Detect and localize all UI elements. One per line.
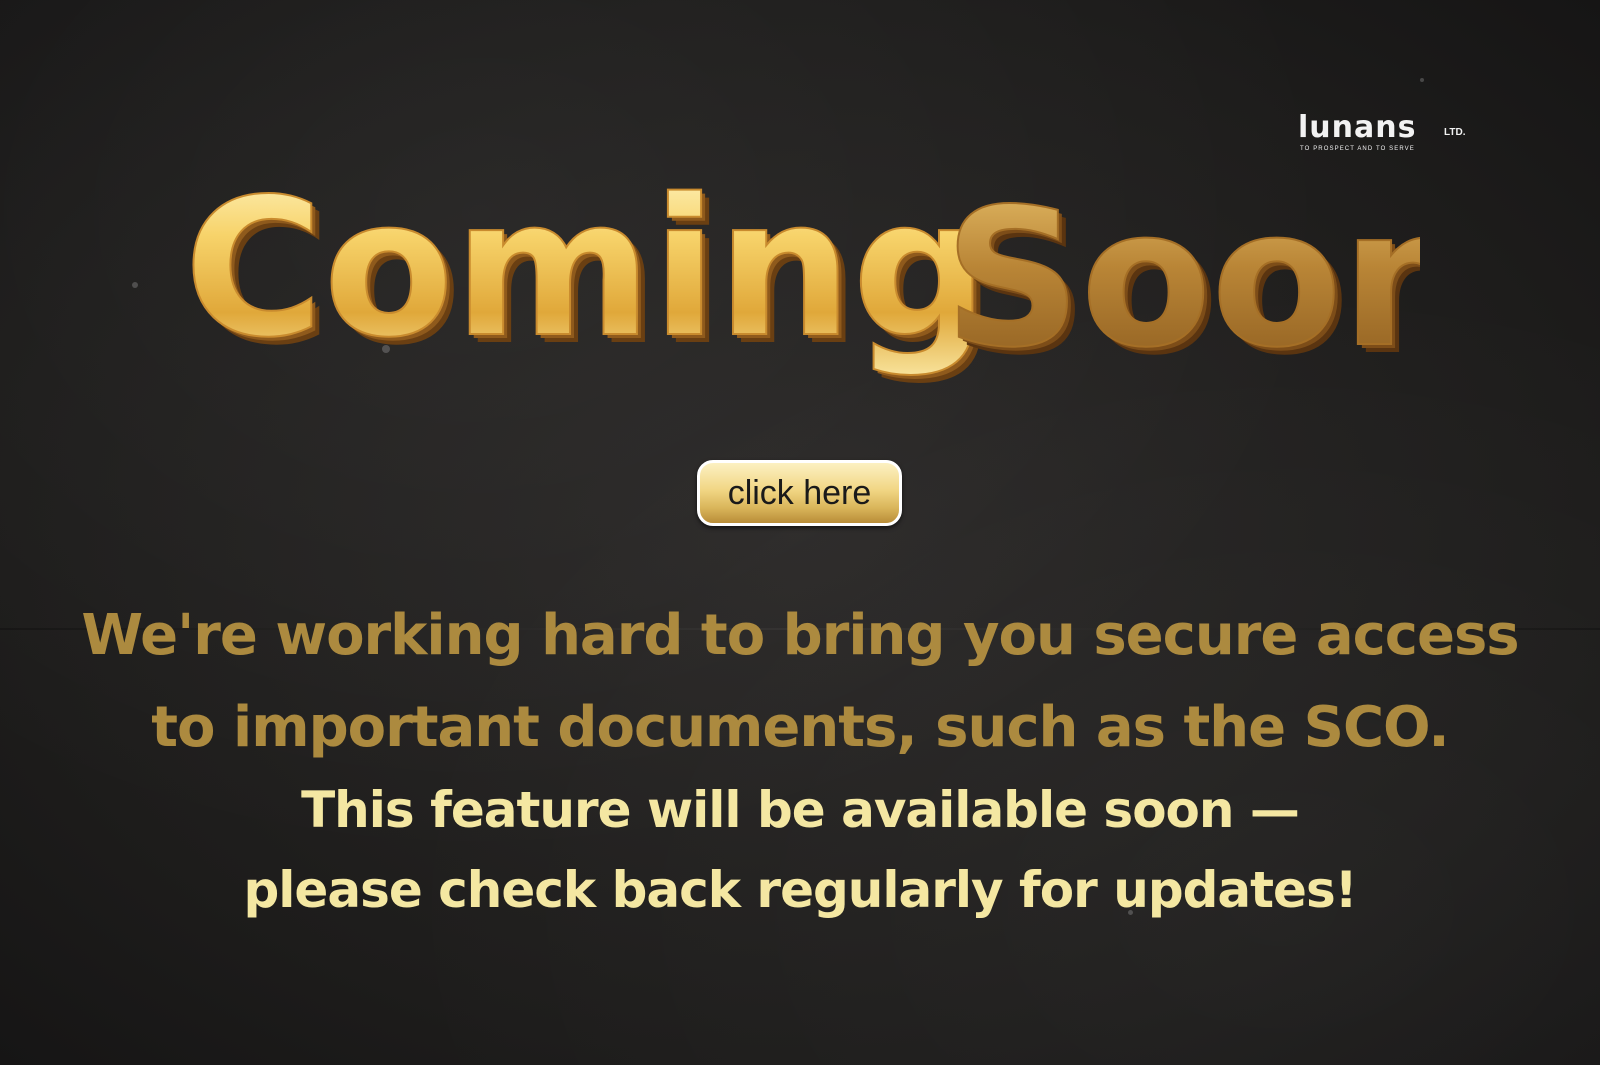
background-speck	[132, 282, 138, 288]
headline-word-soon: Soon	[944, 168, 1420, 389]
message-line-4: please check back regularly for updates!	[243, 861, 1357, 919]
message-line-1: We're working hard to bring you secure a…	[81, 603, 1519, 668]
click-here-button[interactable]: click here	[697, 460, 902, 526]
background-speck	[1420, 78, 1424, 82]
logo-wordmark: lunans	[1298, 110, 1417, 145]
message-line-3: This feature will be available soon —	[301, 781, 1300, 839]
logo-suffix: LTD.	[1444, 127, 1466, 138]
click-here-button-label: click here	[727, 474, 872, 512]
headline-word-coming: Coming	[184, 160, 988, 379]
coming-soon-headline: Coming Coming Coming Soon Soon Soon	[180, 160, 1420, 400]
message-line-2: to important documents, such as the SCO.	[151, 695, 1449, 760]
coming-soon-page: lunans LTD. TO PROSPECT AND TO SERVE Com…	[0, 0, 1600, 1065]
company-logo: lunans LTD. TO PROSPECT AND TO SERVE	[1298, 112, 1478, 156]
headline-graphic: Coming Coming Coming Soon Soon Soon	[183, 160, 1420, 397]
logo-tagline: TO PROSPECT AND TO SERVE	[1300, 146, 1415, 152]
